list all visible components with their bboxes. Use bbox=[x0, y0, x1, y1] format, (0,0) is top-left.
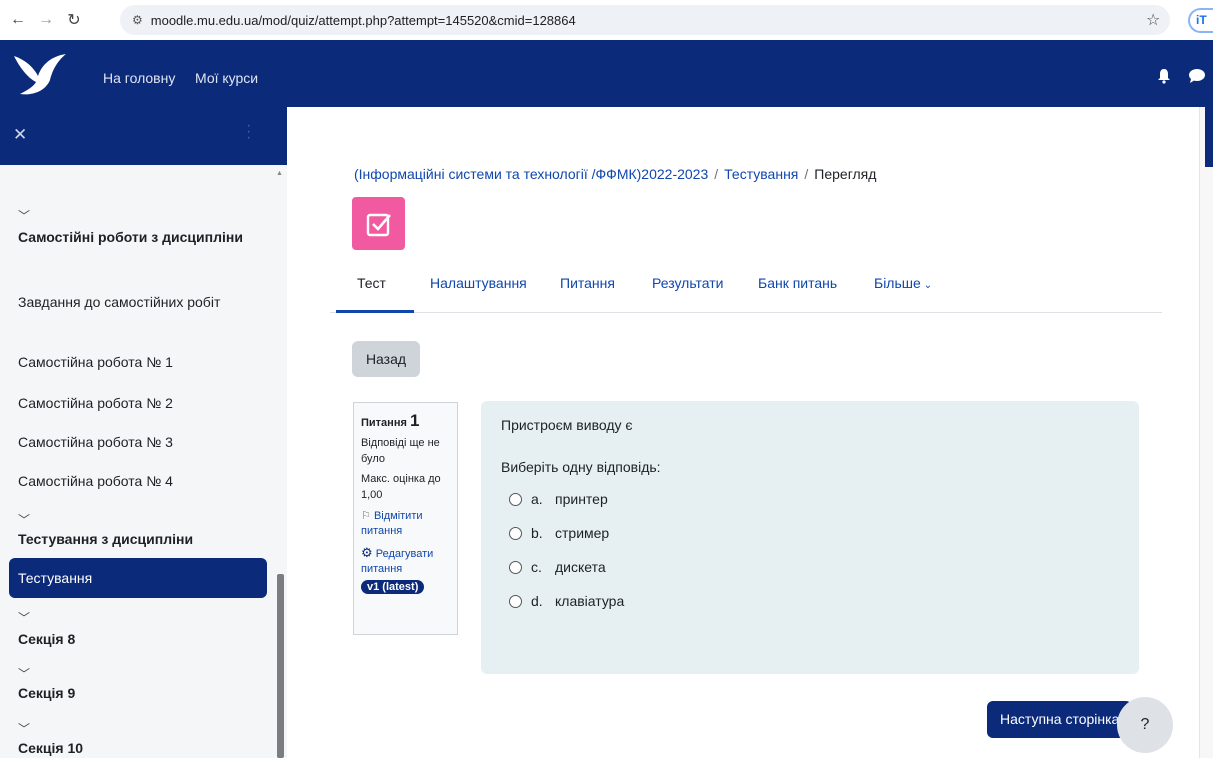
top-navbar: На головну Мої курси bbox=[0, 40, 1213, 107]
course-index: ﹀ Самостійні роботи з дисципліни Завданн… bbox=[0, 165, 276, 758]
edit-question-link[interactable]: ⚙ Редагувати питання bbox=[361, 545, 450, 577]
tab-more-label: Більше bbox=[874, 275, 921, 291]
question-content: Пристроєм виводу є Виберіть одну відпові… bbox=[481, 401, 1139, 674]
breadcrumb-course-link[interactable]: (Інформаційні системи та технології /ФФМ… bbox=[354, 166, 708, 182]
question-status: Відповіді ще не було bbox=[361, 437, 440, 465]
breadcrumb-activity-link[interactable]: Тестування bbox=[724, 166, 798, 182]
sidebar-item[interactable]: Самостійна робота № 3 bbox=[18, 434, 173, 450]
reload-icon[interactable]: ↻ bbox=[64, 10, 84, 30]
site-settings-icon[interactable]: ⚙ bbox=[132, 13, 143, 27]
radio-button[interactable] bbox=[509, 560, 522, 574]
radio-button[interactable] bbox=[509, 594, 522, 608]
radio-button[interactable] bbox=[509, 492, 522, 506]
tab-question-bank[interactable]: Банк питань bbox=[758, 275, 837, 291]
flag-question-link[interactable]: ⚐ Відмітити питання bbox=[361, 509, 450, 539]
tab-more[interactable]: Більше ⌄ bbox=[874, 275, 932, 291]
section-title[interactable]: Секція 9 bbox=[18, 685, 75, 701]
next-page-button[interactable]: Наступна сторінка bbox=[987, 701, 1132, 738]
chevron-down-icon: ⌄ bbox=[923, 280, 933, 291]
tab-quiz[interactable]: Тест bbox=[357, 275, 386, 291]
section-title[interactable]: Тестування з дисципліни bbox=[18, 531, 193, 547]
sidebar-item[interactable]: Самостійна робота № 4 bbox=[18, 473, 173, 489]
chevron-down-icon[interactable]: ﹀ bbox=[18, 665, 30, 682]
tab-questions[interactable]: Питання bbox=[560, 275, 615, 291]
answer-prompt: Виберіть одну відповідь: bbox=[501, 459, 661, 475]
right-drawer-toggle[interactable] bbox=[1205, 107, 1213, 167]
chevron-down-icon[interactable]: ﹀ bbox=[18, 720, 30, 737]
breadcrumb: (Інформаційні системи та технології /ФФМ… bbox=[354, 166, 877, 182]
sidebar-item-active[interactable]: Тестування bbox=[9, 558, 267, 598]
drawer-menu-icon[interactable]: · · · bbox=[246, 118, 251, 146]
site-logo-icon[interactable] bbox=[12, 50, 68, 98]
question-max-grade: Макс. оцінка до 1,00 bbox=[361, 473, 441, 501]
question-number-label: Питання 1 bbox=[361, 411, 420, 430]
forward-arrow-icon[interactable]: → bbox=[36, 10, 56, 30]
back-arrow-icon[interactable]: ← bbox=[8, 10, 28, 30]
chevron-down-icon[interactable]: ﹀ bbox=[18, 511, 30, 528]
notifications-bell-icon[interactable] bbox=[1157, 68, 1171, 84]
section-title[interactable]: Секція 8 bbox=[18, 631, 75, 647]
breadcrumb-current: Перегляд bbox=[814, 166, 877, 182]
help-button[interactable]: ? bbox=[1117, 697, 1173, 753]
bookmark-star-icon[interactable]: ☆ bbox=[1146, 10, 1160, 30]
course-index-drawer: ✕ · · · ﹀ Самостійні роботи з дисципліни З… bbox=[0, 107, 287, 758]
chevron-down-icon[interactable]: ﹀ bbox=[18, 207, 30, 224]
scroll-up-icon[interactable]: ▲ bbox=[276, 170, 283, 177]
section-title[interactable]: Самостійні роботи з дисципліни bbox=[18, 229, 243, 245]
tab-settings[interactable]: Налаштування bbox=[430, 275, 527, 291]
sidebar-item[interactable]: Самостійна робота № 1 bbox=[18, 354, 173, 370]
back-button[interactable]: Назад bbox=[352, 341, 420, 377]
scrollbar-thumb[interactable] bbox=[277, 574, 284, 758]
checkbox-icon bbox=[366, 213, 391, 236]
close-drawer-icon[interactable]: ✕ bbox=[13, 125, 27, 145]
answer-option[interactable]: d. клавіатура bbox=[509, 593, 624, 609]
active-tab-indicator bbox=[336, 310, 414, 313]
tab-results[interactable]: Результати bbox=[652, 275, 724, 291]
url-text: moodle.mu.edu.ua/mod/quiz/attempt.php?at… bbox=[150, 12, 576, 28]
section-title[interactable]: Секція 10 bbox=[18, 740, 83, 756]
right-drawer-strip bbox=[1199, 107, 1213, 758]
nav-home-link[interactable]: На головну bbox=[103, 70, 175, 86]
address-bar[interactable]: ⚙ moodle.mu.edu.ua/mod/quiz/attempt.php?… bbox=[120, 5, 1170, 35]
browser-toolbar: ← → ↻ ⚙ moodle.mu.edu.ua/mod/quiz/attemp… bbox=[0, 0, 1213, 40]
question-text: Пристроєм виводу є bbox=[501, 417, 633, 433]
drawer-header: ✕ · · · bbox=[0, 107, 287, 165]
nav-my-courses-link[interactable]: Мої курси bbox=[195, 70, 258, 86]
quiz-activity-icon bbox=[352, 197, 405, 250]
sidebar-item[interactable]: Завдання до самостійних робіт bbox=[18, 294, 220, 310]
extension-icon[interactable]: iT bbox=[1188, 8, 1213, 33]
answer-option[interactable]: a. принтер bbox=[509, 491, 608, 507]
sidebar-item[interactable]: Самостійна робота № 2 bbox=[18, 395, 173, 411]
chevron-down-icon[interactable]: ﹀ bbox=[18, 609, 30, 626]
radio-button[interactable] bbox=[509, 526, 522, 540]
secondary-nav-tabs: Тест Налаштування Питання Результати Бан… bbox=[330, 260, 1162, 313]
question-info-panel: Питання 1 Відповіді ще не було Макс. оці… bbox=[353, 402, 458, 635]
version-badge: v1 (latest) bbox=[361, 580, 425, 594]
gear-icon: ⚙ bbox=[361, 545, 373, 560]
answer-option[interactable]: b. стример bbox=[509, 525, 609, 541]
flag-icon: ⚐ bbox=[361, 510, 371, 522]
messages-chat-icon[interactable] bbox=[1188, 68, 1206, 84]
answer-option[interactable]: c. дискета bbox=[509, 559, 606, 575]
